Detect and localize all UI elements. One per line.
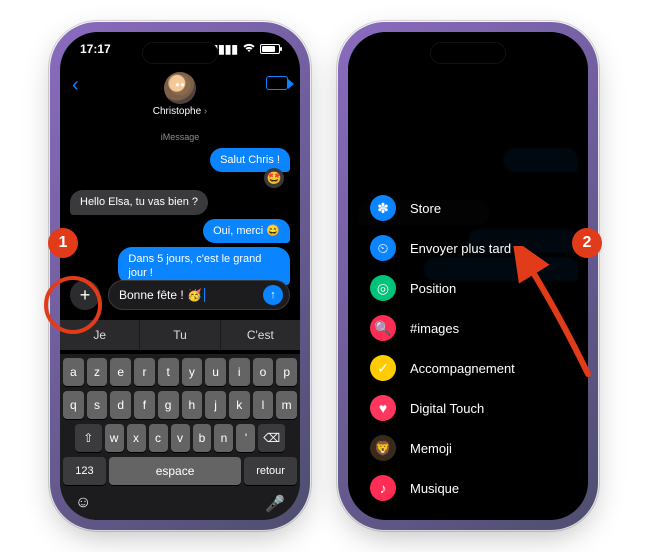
backspace-key[interactable]: ⌫ bbox=[258, 424, 285, 452]
phone-right: ✽ Store ⏲ Envoyer plus tard ◎ Position 🔍… bbox=[342, 26, 594, 526]
key[interactable]: a bbox=[63, 358, 84, 386]
dictation-icon[interactable]: 🎤 bbox=[265, 494, 285, 514]
store-icon: ✽ bbox=[370, 195, 396, 221]
message-thread[interactable]: Salut Chris ! 🤩 Hello Elsa, tu vas bien … bbox=[60, 144, 300, 286]
apps-sheet: ✽ Store ⏲ Envoyer plus tard ◎ Position 🔍… bbox=[348, 178, 588, 520]
facetime-icon[interactable] bbox=[266, 76, 288, 90]
sheet-item-label: Memoji bbox=[410, 441, 452, 456]
message-received[interactable]: Hello Elsa, tu vas bien ? bbox=[70, 190, 208, 214]
shift-key[interactable]: ⇧ bbox=[75, 424, 102, 452]
sheet-item-label: #images bbox=[410, 321, 459, 336]
key[interactable]: k bbox=[229, 391, 250, 419]
sheet-item-location[interactable]: ◎ Position bbox=[348, 268, 588, 308]
key[interactable]: s bbox=[87, 391, 108, 419]
key[interactable]: g bbox=[158, 391, 179, 419]
key[interactable]: b bbox=[193, 424, 212, 452]
key[interactable]: y bbox=[182, 358, 203, 386]
sheet-item-label: Store bbox=[410, 201, 441, 216]
images-icon: 🔍 bbox=[370, 315, 396, 341]
location-icon: ◎ bbox=[370, 275, 396, 301]
key[interactable]: r bbox=[134, 358, 155, 386]
sheet-item-audio[interactable]: ✓ Accompagnement bbox=[348, 348, 588, 388]
key[interactable]: e bbox=[110, 358, 131, 386]
sheet-item-label: Musique bbox=[410, 481, 459, 496]
annotation-badge-1: 1 bbox=[48, 228, 78, 258]
battery-icon bbox=[260, 44, 280, 54]
check-icon: ✓ bbox=[370, 355, 396, 381]
sheet-item-music[interactable]: ♪ Musique bbox=[348, 468, 588, 508]
contact-name[interactable]: Christophe bbox=[153, 106, 201, 117]
wifi-icon bbox=[242, 42, 256, 56]
emoji-key-icon[interactable]: ☺ bbox=[75, 494, 91, 514]
key[interactable]: q bbox=[63, 391, 84, 419]
sheet-item-images[interactable]: 🔍 #images bbox=[348, 308, 588, 348]
key[interactable]: p bbox=[276, 358, 297, 386]
heart-icon: ♥ bbox=[370, 395, 396, 421]
return-key[interactable]: retour bbox=[244, 457, 297, 485]
key[interactable]: u bbox=[205, 358, 226, 386]
key[interactable]: w bbox=[105, 424, 124, 452]
sheet-item-send-later[interactable]: ⏲ Envoyer plus tard bbox=[348, 228, 588, 268]
numbers-key[interactable]: 123 bbox=[63, 457, 106, 485]
key[interactable]: l bbox=[253, 391, 274, 419]
dynamic-island bbox=[142, 42, 218, 64]
back-chevron-icon[interactable]: ‹ bbox=[72, 74, 79, 97]
status-time: 17:17 bbox=[80, 42, 111, 56]
key[interactable]: i bbox=[229, 358, 250, 386]
predictive-bar: Je Tu C'est bbox=[60, 320, 300, 350]
sheet-item-label: Accompagnement bbox=[410, 361, 515, 376]
key[interactable]: z bbox=[87, 358, 108, 386]
keyboard: a z e r t y u i o p q s d f g h bbox=[60, 354, 300, 520]
key[interactable]: j bbox=[205, 391, 226, 419]
service-label: iMessage bbox=[60, 132, 300, 142]
sheet-item-label: Position bbox=[410, 281, 456, 296]
predictive-word[interactable]: Tu bbox=[140, 320, 220, 350]
contact-chevron-icon: › bbox=[201, 106, 207, 117]
key[interactable]: c bbox=[149, 424, 168, 452]
memoji-icon: 🦁 bbox=[370, 435, 396, 461]
contact-avatar[interactable] bbox=[164, 72, 196, 104]
key[interactable]: d bbox=[110, 391, 131, 419]
clock-icon: ⏲ bbox=[370, 235, 396, 261]
sheet-item-label: Digital Touch bbox=[410, 401, 484, 416]
predictive-word[interactable]: C'est bbox=[221, 320, 300, 350]
dynamic-island bbox=[430, 42, 506, 64]
key[interactable]: n bbox=[214, 424, 233, 452]
key[interactable]: v bbox=[171, 424, 190, 452]
message-sent[interactable]: Oui, merci 😄 bbox=[203, 219, 290, 243]
sheet-item-memoji[interactable]: 🦁 Memoji bbox=[348, 428, 588, 468]
send-button[interactable]: ↑ bbox=[263, 285, 283, 305]
keyboard-row: q s d f g h j k l m bbox=[63, 391, 297, 419]
phone-left: 17:17 ▮▮▮▮ ‹ Christophe › iMessage bbox=[54, 26, 306, 526]
key[interactable]: t bbox=[158, 358, 179, 386]
message-input[interactable]: Bonne fête ! 🥳 ↑ bbox=[108, 280, 290, 310]
sheet-item-digital-touch[interactable]: ♥ Digital Touch bbox=[348, 388, 588, 428]
annotation-badge-2: 2 bbox=[572, 228, 602, 258]
key[interactable]: m bbox=[276, 391, 297, 419]
key[interactable]: o bbox=[253, 358, 274, 386]
key[interactable]: f bbox=[134, 391, 155, 419]
keyboard-row: ⇧ w x c v b n ' ⌫ bbox=[63, 424, 297, 452]
text-cursor bbox=[204, 288, 205, 302]
annotation-ring bbox=[44, 276, 102, 334]
sheet-item-label: Envoyer plus tard bbox=[410, 241, 511, 256]
space-key[interactable]: espace bbox=[109, 457, 241, 485]
sheet-item-store[interactable]: ✽ Store bbox=[348, 188, 588, 228]
keyboard-row: 123 espace retour bbox=[63, 457, 297, 485]
key[interactable]: h bbox=[182, 391, 203, 419]
key[interactable]: x bbox=[127, 424, 146, 452]
draft-text: Bonne fête ! 🥳 bbox=[119, 288, 202, 302]
chat-header: ‹ Christophe › bbox=[60, 68, 300, 123]
keyboard-row: a z e r t y u i o p bbox=[63, 358, 297, 386]
music-icon: ♪ bbox=[370, 475, 396, 501]
tapback-reaction[interactable]: 🤩 bbox=[264, 168, 284, 188]
key[interactable]: ' bbox=[236, 424, 255, 452]
